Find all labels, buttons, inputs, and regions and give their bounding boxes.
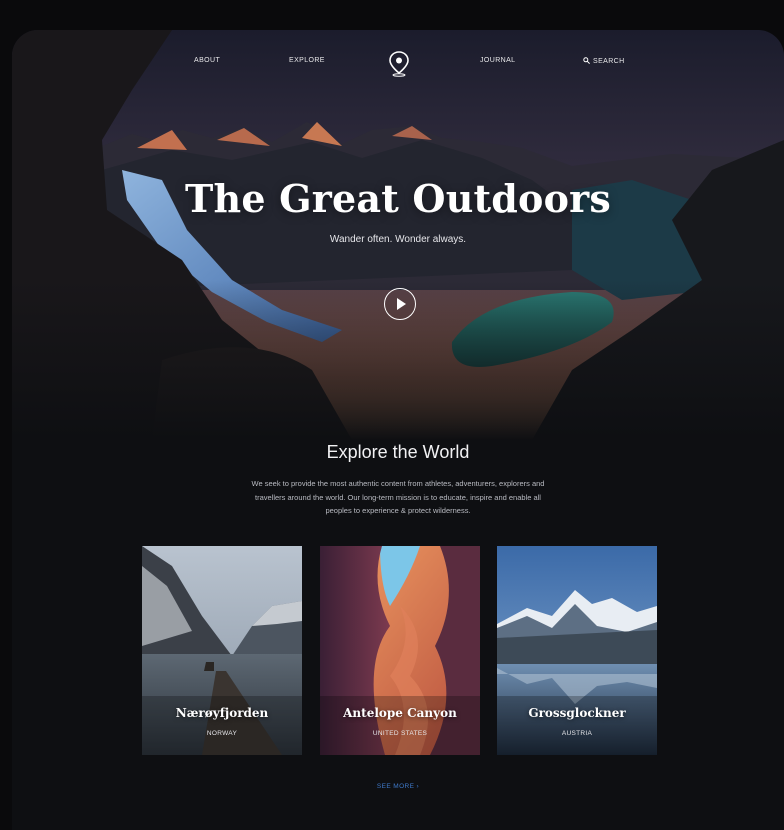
fjord-photo [142, 546, 302, 755]
top-navigation: ABOUT EXPLORE JOURNAL SEARCH [12, 30, 784, 100]
hero-title: The Great Outdoors [185, 176, 611, 221]
nav-explore-link[interactable]: EXPLORE [289, 57, 325, 64]
card-country: UNITED STATES [372, 730, 428, 737]
canyon-photo [320, 546, 480, 755]
nav-about-link[interactable]: ABOUT [194, 57, 220, 64]
explore-section-title: Explore the World [326, 442, 470, 462]
alpine-lake-photo [497, 546, 657, 755]
card-country: AUSTRIA [561, 730, 593, 737]
nav-search-label: SEARCH [593, 58, 625, 65]
card-title: Grossglockner [528, 706, 626, 720]
page-frame: ABOUT EXPLORE JOURNAL SEARCH The Great O… [12, 30, 784, 830]
hero-subtitle: Wander often. Wonder always. [329, 234, 467, 245]
hero-section: ABOUT EXPLORE JOURNAL SEARCH The Great O… [12, 30, 784, 440]
nav-search-link[interactable]: SEARCH [583, 57, 625, 66]
card-country: NORWAY [206, 730, 238, 737]
destination-card-grossglockner[interactable]: Grossglockner AUSTRIA [497, 546, 657, 755]
explore-section-description: We seek to provide the most authentic co… [251, 479, 545, 515]
see-more-link[interactable]: SEE MORE › [12, 783, 784, 790]
card-title: Nærøyfjorden [175, 706, 269, 720]
search-icon [583, 57, 590, 66]
play-video-button[interactable] [384, 288, 416, 320]
map-pin-logo-icon[interactable] [388, 51, 410, 82]
card-title: Antelope Canyon [343, 706, 457, 720]
destination-card-naeroyfjorden[interactable]: Nærøyfjorden NORWAY [142, 546, 302, 755]
destination-card-antelope-canyon[interactable]: Antelope Canyon UNITED STATES [320, 546, 480, 755]
nav-journal-link[interactable]: JOURNAL [480, 57, 515, 64]
